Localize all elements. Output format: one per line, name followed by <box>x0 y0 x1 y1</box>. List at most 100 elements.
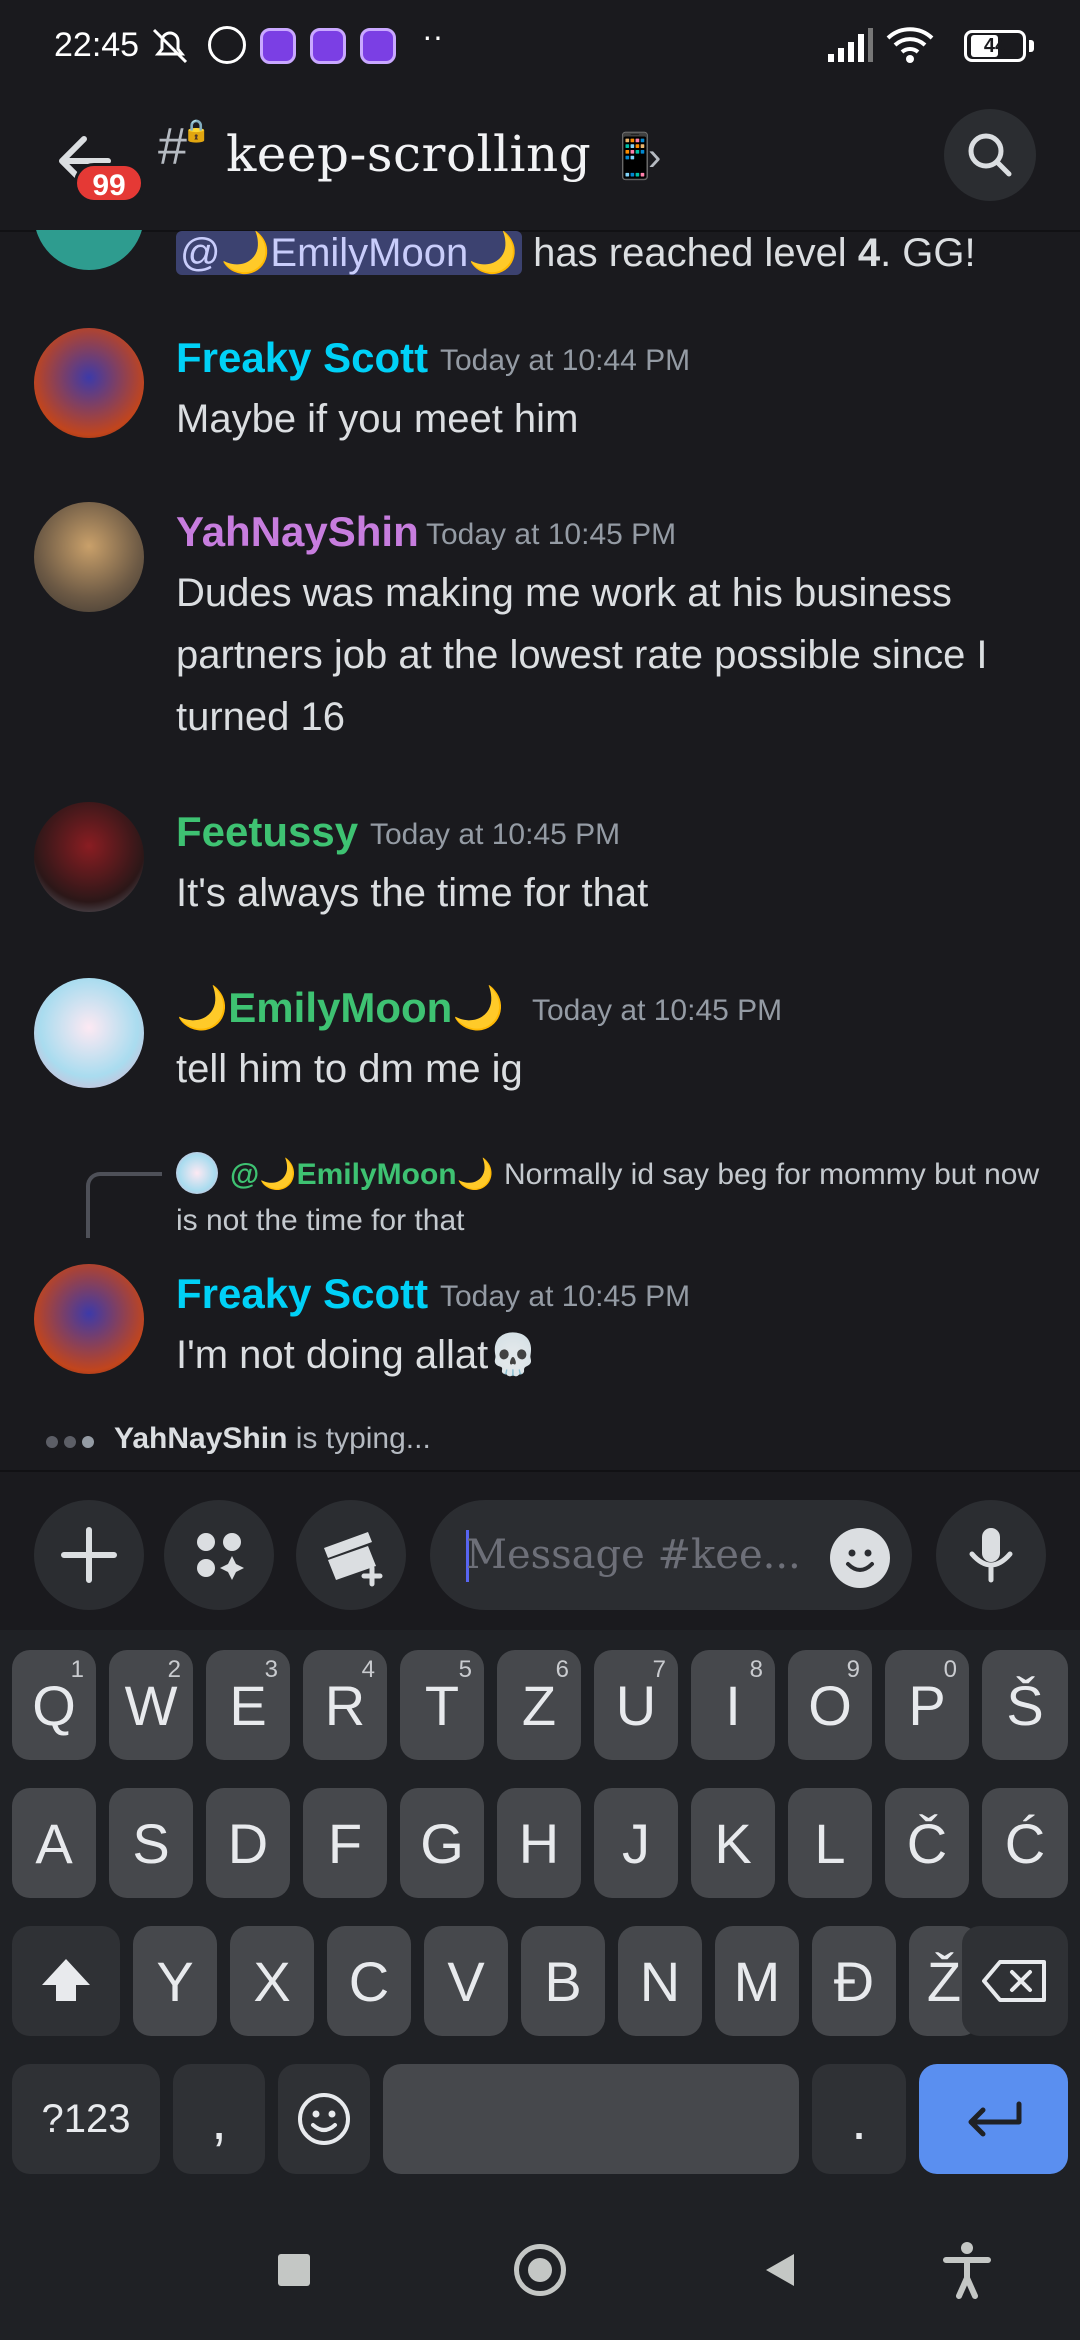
key-v[interactable]: V <box>424 1926 508 2036</box>
reply-preview[interactable]: @🌙EmilyMoon🌙 Normally id say beg for momm… <box>176 1152 1046 1244</box>
key-r[interactable]: R4 <box>303 1650 387 1760</box>
key-b[interactable]: B <box>521 1926 605 2036</box>
plus-icon <box>61 1527 117 1583</box>
key-c-acute[interactable]: Ć <box>982 1788 1068 1898</box>
comma-key[interactable]: , <box>173 2064 265 2174</box>
key-h[interactable]: H <box>497 1788 581 1898</box>
unread-badge: 99 <box>74 163 144 203</box>
gift-icon <box>324 1532 383 1587</box>
message-author[interactable]: Feetussy <box>176 808 358 856</box>
more-notifications-icon: ·· <box>422 18 444 54</box>
message-list[interactable]: @🌙EmilyMoon🌙 has reached level 4. GG! Fr… <box>0 230 1080 1470</box>
key-s-caron[interactable]: Š <box>982 1650 1068 1760</box>
system-navigation-bar <box>0 2200 1080 2340</box>
typing-indicator: YahNayShin is typing... <box>46 1422 431 1456</box>
shift-key[interactable] <box>12 1926 120 2036</box>
key-m[interactable]: M <box>715 1926 799 2036</box>
battery-level: 44 <box>983 35 1007 57</box>
key-z[interactable]: Z6 <box>497 1650 581 1760</box>
message-input-placeholder: Message #kee... <box>466 1532 801 1578</box>
status-bar: 22:45 ·· 44 <box>0 0 1080 95</box>
key-n[interactable]: N <box>618 1926 702 2036</box>
avatar[interactable] <box>34 978 144 1088</box>
wifi-icon <box>886 27 934 63</box>
message-author[interactable]: Freaky Scott <box>176 1270 428 1318</box>
key-a[interactable]: A <box>12 1788 96 1898</box>
key-q[interactable]: Q1 <box>12 1650 96 1760</box>
emoji-key[interactable] <box>278 2064 370 2174</box>
avatar[interactable] <box>34 502 144 612</box>
avatar[interactable] <box>34 802 144 912</box>
message-timestamp: Today at 10:44 PM <box>440 344 691 377</box>
key-w[interactable]: W2 <box>109 1650 193 1760</box>
apps-button[interactable] <box>164 1500 274 1610</box>
voice-message-button[interactable] <box>936 1500 1046 1610</box>
key-t[interactable]: T5 <box>400 1650 484 1760</box>
back-triangle-icon[interactable] <box>760 2250 800 2290</box>
search-icon <box>968 133 1012 177</box>
app-notification-icon <box>260 28 296 64</box>
chevron-right-icon[interactable]: › <box>648 135 661 180</box>
symbols-key[interactable]: ?123 <box>12 2064 160 2174</box>
message-author[interactable]: YahNayShin <box>176 508 419 556</box>
key-i[interactable]: I8 <box>691 1650 775 1760</box>
shift-arrow-icon <box>42 1959 90 2001</box>
message-author[interactable]: 🌙EmilyMoon🌙 <box>176 984 505 1033</box>
key-g[interactable]: G <box>400 1788 484 1898</box>
key-o[interactable]: O9 <box>788 1650 872 1760</box>
recents-button[interactable] <box>278 2254 310 2286</box>
key-s[interactable]: S <box>109 1788 193 1898</box>
app-notification-icon <box>360 28 396 64</box>
alarm-icon <box>208 26 246 64</box>
gift-nitro-button[interactable] <box>296 1500 406 1610</box>
on-screen-keyboard: Q1 W2 E3 R4 T5 Z6 U7 I8 O9 P0 Š A S D F … <box>0 1630 1080 2200</box>
key-c-caron[interactable]: Č <box>885 1788 969 1898</box>
locked-channel-hash-icon: #🔒 <box>158 118 211 176</box>
smiley-icon <box>846 1549 874 1572</box>
message-input[interactable]: Message #kee... <box>430 1500 912 1610</box>
emoji-icon <box>298 2093 350 2145</box>
microphone-icon <box>969 1528 1013 1583</box>
home-button[interactable] <box>514 2244 566 2296</box>
emoji-picker-button[interactable] <box>830 1528 890 1588</box>
message-composer: Message #kee... <box>0 1470 1080 1632</box>
key-d[interactable]: D <box>206 1788 290 1898</box>
key-c[interactable]: C <box>327 1926 411 2036</box>
key-d-stroke[interactable]: Đ <box>812 1926 896 2036</box>
backspace-icon <box>982 1960 1046 2002</box>
channel-header: 99 #🔒 keep-scrolling 📱 › <box>0 95 1080 232</box>
key-k[interactable]: K <box>691 1788 775 1898</box>
key-p[interactable]: P0 <box>885 1650 969 1760</box>
channel-title[interactable]: keep-scrolling 📱 <box>226 125 663 183</box>
home-dot <box>528 2258 552 2282</box>
status-time: 22:45 <box>54 26 140 64</box>
message-timestamp: Today at 10:45 PM <box>370 818 621 851</box>
message-timestamp: Today at 10:45 PM <box>426 518 677 551</box>
mute-notifications-icon <box>152 28 188 64</box>
space-bar[interactable] <box>383 2064 799 2174</box>
message-text: It's always the time for that <box>176 871 649 915</box>
period-key[interactable]: . <box>812 2064 906 2174</box>
user-mention[interactable]: @🌙EmilyMoon🌙 <box>176 231 523 275</box>
reply-author-mention[interactable]: @🌙EmilyMoon🌙 <box>230 1158 494 1191</box>
backspace-key[interactable] <box>962 1926 1068 2036</box>
avatar[interactable] <box>34 1264 144 1374</box>
message-timestamp: Today at 10:45 PM <box>532 994 783 1027</box>
key-j[interactable]: J <box>594 1788 678 1898</box>
key-y[interactable]: Y <box>133 1926 217 2036</box>
enter-key[interactable] <box>919 2064 1068 2174</box>
key-l[interactable]: L <box>788 1788 872 1898</box>
add-attachment-button[interactable] <box>34 1500 144 1610</box>
avatar[interactable] <box>34 328 144 438</box>
message-author[interactable]: Freaky Scott <box>176 334 428 382</box>
avatar[interactable] <box>34 230 144 270</box>
accessibility-icon[interactable] <box>942 2240 992 2300</box>
search-button[interactable] <box>944 109 1036 201</box>
key-x[interactable]: X <box>230 1926 314 2036</box>
levelup-message: @🌙EmilyMoon🌙 has reached level 4. GG! <box>176 230 1046 284</box>
message-text: tell him to dm me ig <box>176 1047 523 1091</box>
key-e[interactable]: E3 <box>206 1650 290 1760</box>
key-f[interactable]: F <box>303 1788 387 1898</box>
key-u[interactable]: U7 <box>594 1650 678 1760</box>
message-text: I'm not doing allat💀 <box>176 1333 539 1377</box>
